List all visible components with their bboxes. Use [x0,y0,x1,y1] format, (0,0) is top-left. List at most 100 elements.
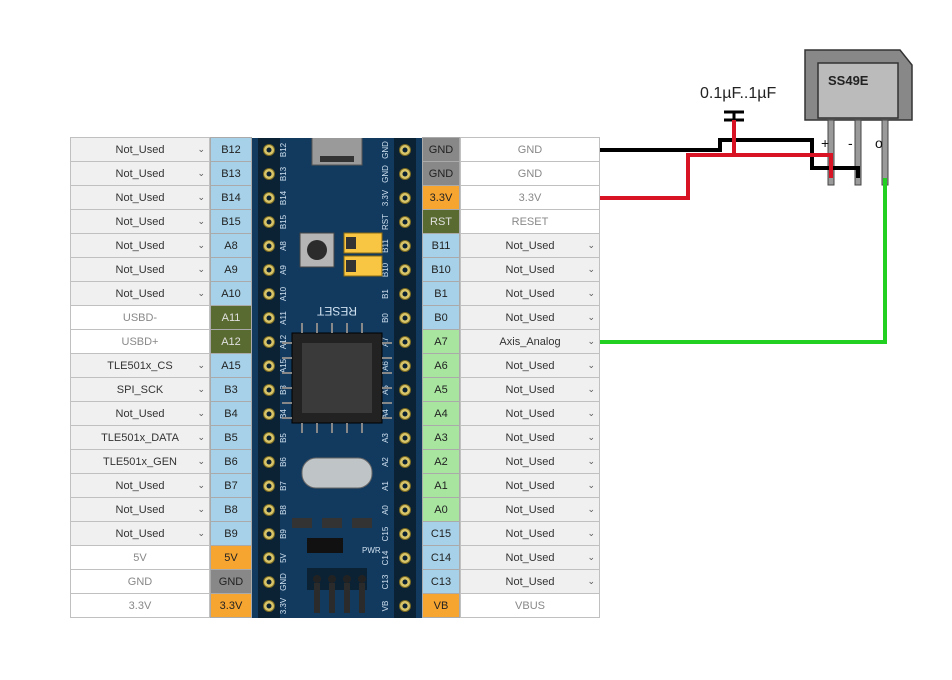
func-label: Not_Used [506,504,555,516]
svg-text:A2: A2 [381,457,390,467]
chevron-down-icon: ⌄ [197,528,205,539]
svg-text:C14: C14 [381,550,390,565]
svg-text:A15: A15 [279,358,288,373]
left-pin-a10: A10 [210,281,252,306]
chevron-down-icon: ⌄ [587,264,595,275]
capacitor-icon [724,112,744,140]
right-func-a0[interactable]: Not_Used⌄ [460,497,600,522]
right-func-vb: VBUS [460,593,600,618]
left-func-3.3v: 3.3V [70,593,210,618]
svg-text:A12: A12 [279,334,288,349]
func-label: GND [518,168,542,180]
svg-text:B5: B5 [279,433,288,443]
left-func-b15[interactable]: Not_Used⌄ [70,209,210,234]
left-func-b6[interactable]: TLE501x_GEN⌄ [70,449,210,474]
right-func-a2[interactable]: Not_Used⌄ [460,449,600,474]
left-func-b14[interactable]: Not_Used⌄ [70,185,210,210]
right-func-rst: RESET [460,209,600,234]
left-func-b12[interactable]: Not_Used ⌄ [70,137,210,162]
left-func-a10[interactable]: Not_Used⌄ [70,281,210,306]
right-func-b0[interactable]: Not_Used⌄ [460,305,600,330]
left-func-b9[interactable]: Not_Used⌄ [70,521,210,546]
svg-text:B6: B6 [279,457,288,467]
sensor-pin3-sign: o [875,135,883,151]
left-pin-column: B12B13B14B15A8A9A10A11A12A15B3B4B5B6B7B8… [210,138,252,618]
func-label: Not_Used [116,144,165,156]
right-func-c15[interactable]: Not_Used⌄ [460,521,600,546]
right-func-a1[interactable]: Not_Used⌄ [460,473,600,498]
chevron-down-icon: ⌄ [197,432,205,443]
func-label: Not_Used [506,408,555,420]
svg-text:GND: GND [381,141,390,159]
svg-text:VB: VB [381,601,390,612]
left-pin-a11: A11 [210,305,252,330]
func-label: Not_Used [506,360,555,372]
func-label: Not_Used [116,264,165,276]
func-label: VBUS [515,600,545,612]
left-pin-a12: A12 [210,329,252,354]
right-pin-b10: B10 [422,257,460,282]
chevron-down-icon: ⌄ [197,288,205,299]
left-func-a11: USBD- [70,305,210,330]
left-func-b4[interactable]: Not_Used⌄ [70,401,210,426]
right-func-b11[interactable]: Not_Used⌄ [460,233,600,258]
svg-text:B3: B3 [279,385,288,395]
svg-text:B12: B12 [279,142,288,157]
svg-text:A8: A8 [279,241,288,251]
svg-text:A9: A9 [279,265,288,275]
right-pin-a6: A6 [422,353,460,378]
right-func-b1[interactable]: Not_Used⌄ [460,281,600,306]
left-func-a15[interactable]: TLE501x_CS⌄ [70,353,210,378]
svg-text:PWR: PWR [362,546,381,555]
right-func-gnd: GND [460,137,600,162]
left-func-b7[interactable]: Not_Used⌄ [70,473,210,498]
right-func-c13[interactable]: Not_Used ⌄ [460,569,600,594]
func-label: Not_Used [506,384,555,396]
chevron-down-icon: ⌄ [197,168,205,179]
board-image: B12GNDB13GNDB143.3VB15RSTA8B11A9B10A10B1… [252,138,422,618]
left-func-column: Not_Used⌄Not_Used⌄Not_Used⌄Not_Used⌄Not_… [70,138,210,618]
func-label: Not_Used [116,408,165,420]
right-func-a4[interactable]: Not_Used⌄ [460,401,600,426]
left-func-a9[interactable]: Not_Used⌄ [70,257,210,282]
left-func-b5[interactable]: TLE501x_DATA⌄ [70,425,210,450]
right-func-a3[interactable]: Not_Used⌄ [460,425,600,450]
left-func-b3[interactable]: SPI_SCK⌄ [70,377,210,402]
svg-text:GND: GND [279,573,288,591]
chevron-down-icon: ⌄ [587,576,595,587]
svg-text:A11: A11 [279,311,288,325]
right-pin-c15: C15 [422,521,460,546]
chevron-down-icon: ⌄ [197,384,205,395]
right-func-a7[interactable]: Axis_Analog⌄ [460,329,600,354]
svg-text:A3: A3 [381,433,390,443]
func-label: 5V [133,552,146,564]
svg-text:B1: B1 [381,289,390,299]
right-func-c14[interactable]: Not_Used⌄ [460,545,600,570]
vcc-wire [600,120,831,198]
chevron-down-icon: ⌄ [587,480,595,491]
svg-text:B13: B13 [279,166,288,181]
right-func-a6[interactable]: Not_Used⌄ [460,353,600,378]
svg-text:B7: B7 [279,481,288,491]
left-pin-b15: B15 [210,209,252,234]
right-func-b10[interactable]: Not_Used⌄ [460,257,600,282]
left-func-b13[interactable]: Not_Used⌄ [70,161,210,186]
func-label: Not_Used [506,240,555,252]
left-pin-b8: B8 [210,497,252,522]
right-pin-c13: C13 [422,569,460,594]
left-func-b8[interactable]: Not_Used⌄ [70,497,210,522]
right-func-a5[interactable]: Not_Used⌄ [460,377,600,402]
left-pin-gnd: GND [210,569,252,594]
right-pin-a5: A5 [422,377,460,402]
chevron-down-icon: ⌄ [197,456,205,467]
chevron-down-icon: ⌄ [587,288,595,299]
func-label: Axis_Analog [499,336,560,348]
chevron-down-icon: ⌄ [197,240,205,251]
sensor-pin1-sign: + [821,135,829,151]
chevron-down-icon: ⌄ [197,144,205,155]
left-func-a8[interactable]: Not_Used⌄ [70,233,210,258]
func-label: Not_Used [116,504,165,516]
func-label: Not_Used [506,576,555,588]
right-pin-gnd: GND [422,137,460,162]
svg-text:A10: A10 [279,286,288,301]
